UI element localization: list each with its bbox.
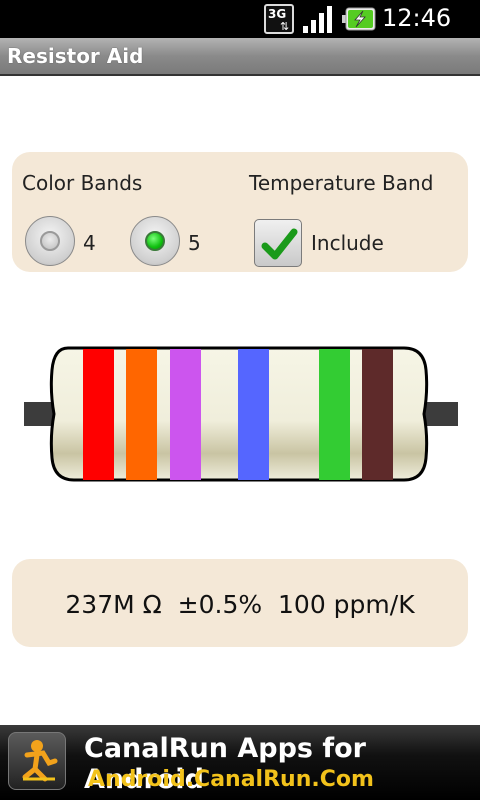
resistor-band-orange [126, 349, 157, 480]
resistor-band-brown [362, 349, 393, 480]
status-bar: 3G ⇅ 12:46 [0, 0, 480, 38]
result-panel: 237M Ω ±0.5% 100 ppm/K [12, 559, 468, 647]
app-title: Resistor Aid [7, 44, 144, 68]
temp-coefficient-value: 100 ppm/K [278, 590, 415, 619]
radio-indicator [145, 231, 165, 251]
battery-charging-icon [342, 7, 376, 31]
result-value: 237M Ω ±0.5% 100 ppm/K [12, 590, 468, 619]
network-3g-icon: 3G ⇅ [264, 4, 294, 34]
include-temperature-checkbox[interactable] [254, 219, 302, 267]
clock: 12:46 [382, 4, 452, 32]
tolerance-value: ±0.5% [177, 590, 263, 619]
resistor-graphic [24, 346, 458, 482]
temperature-band-label: Temperature Band [249, 171, 434, 195]
network-type-label: 3G [268, 7, 287, 21]
canalrun-logo-icon [8, 732, 66, 790]
resistor-band-red [83, 349, 114, 480]
radio-4-bands-label: 4 [83, 231, 96, 255]
resistor-band-blue [238, 349, 269, 480]
radio-5-bands[interactable] [130, 216, 180, 266]
resistor-band-violet [170, 349, 201, 480]
options-panel [12, 152, 468, 272]
signal-strength-icon [303, 6, 332, 33]
ad-url: Android.CanalRun.Com [88, 767, 374, 792]
color-bands-label: Color Bands [22, 171, 143, 195]
include-label: Include [311, 231, 384, 255]
radio-5-bands-label: 5 [188, 231, 201, 255]
radio-4-bands[interactable] [25, 216, 75, 266]
resistor-band-green [319, 349, 350, 480]
data-arrows-icon: ⇅ [280, 20, 290, 33]
radio-indicator [40, 231, 60, 251]
ad-banner[interactable]: CanalRun Apps for Android Android.CanalR… [0, 725, 480, 800]
resistance-value: 237M Ω [65, 590, 162, 619]
app-title-bar: Resistor Aid [0, 38, 480, 76]
checkmark-icon [261, 228, 298, 260]
